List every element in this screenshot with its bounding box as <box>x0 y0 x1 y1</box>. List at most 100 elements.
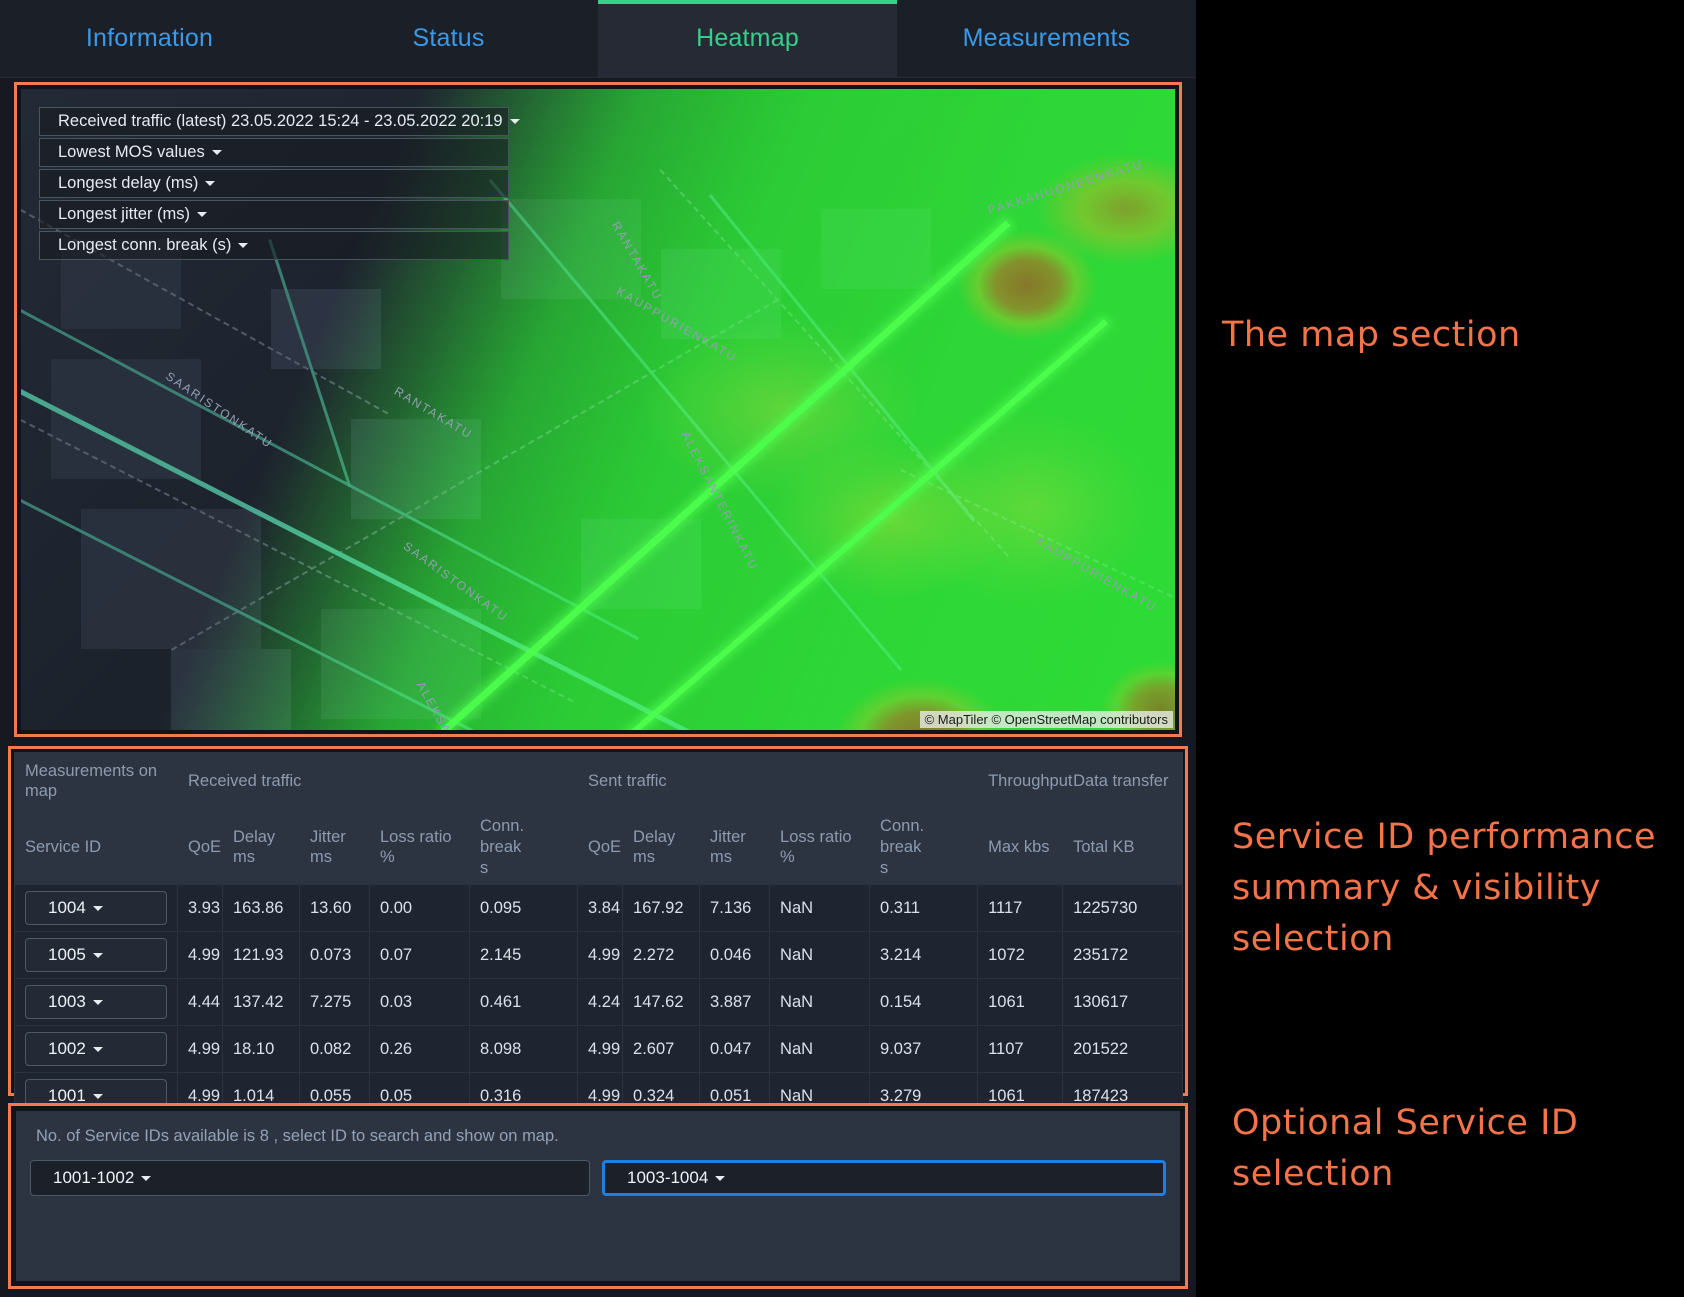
chevron-down-icon <box>93 1000 103 1005</box>
cell-rx-delay: 121.93 <box>223 932 300 979</box>
group-header-data-transfer: Data transfer <box>1063 753 1183 810</box>
cell-tx-loss: NaN <box>770 885 870 932</box>
cell-rx-loss: 0.00 <box>370 885 470 932</box>
cell-tx-break: 3.214 <box>870 932 978 979</box>
cell-tx-loss: NaN <box>770 1026 870 1073</box>
map-dropdown-longest-conn-break[interactable]: Longest conn. break (s) <box>39 231 509 260</box>
column-header-rx-jitter: Jitter ms <box>300 810 370 885</box>
tab-measurements[interactable]: Measurements <box>897 0 1196 77</box>
column-name: QoE <box>188 838 221 856</box>
map-dropdown-longest-delay[interactable]: Longest delay (ms) <box>39 169 509 198</box>
cell-rx-jitter: 0.082 <box>300 1026 370 1073</box>
chevron-down-icon <box>93 1094 103 1099</box>
service-id-dropdown[interactable]: 1005 <box>25 938 167 972</box>
tab-heatmap[interactable]: Heatmap <box>598 0 897 77</box>
service-id-range-dropdown-left[interactable]: 1001-1002 <box>30 1160 590 1196</box>
cell-tx-qoe: 4.99 <box>578 1026 623 1073</box>
column-unit: s <box>880 858 967 879</box>
tab-status[interactable]: Status <box>299 0 598 77</box>
column-header-tx-jitter: Jitter ms <box>700 810 770 885</box>
heatmap-map[interactable]: RANTAKATU KAUPPURIENKATU SAARISTONKATU R… <box>21 89 1175 730</box>
column-header-max-kbs: Max kbs <box>978 810 1063 885</box>
table-row: 1004 3.93 163.86 13.60 0.00 0.095 3.84 1… <box>15 885 1183 932</box>
cell-total-kb: 201522 <box>1063 1026 1183 1073</box>
cell-tx-jitter: 0.047 <box>700 1026 770 1073</box>
chevron-down-icon <box>510 119 520 124</box>
cell-rx-jitter: 13.60 <box>300 885 370 932</box>
column-unit: ms <box>310 847 359 868</box>
table-column-header-row: Service ID QoE Delay ms Jitter ms <box>15 810 1183 885</box>
column-header-rx-delay: Delay ms <box>223 810 300 885</box>
column-name: Loss ratio <box>780 828 852 846</box>
tab-label: Heatmap <box>696 24 799 53</box>
cell-tx-jitter: 7.136 <box>700 885 770 932</box>
service-id-dropdown[interactable]: 1002 <box>25 1032 167 1066</box>
annotation-selection-section: Optional Service ID selection <box>1232 1098 1662 1200</box>
tab-bar: Information Status Heatmap Measurements <box>0 0 1196 78</box>
chevron-down-icon <box>93 953 103 958</box>
map-attribution[interactable]: © MapTiler © OpenStreetMap contributors <box>920 711 1173 728</box>
cell-rx-loss: 0.03 <box>370 979 470 1026</box>
service-id-cell: 1004 <box>15 885 178 932</box>
map-dropdown-label: Received traffic (latest) 23.05.2022 15:… <box>58 112 503 131</box>
tab-label: Measurements <box>963 24 1131 53</box>
column-name: Service ID <box>25 838 101 856</box>
cell-rx-loss: 0.26 <box>370 1026 470 1073</box>
column-header-tx-qoe: QoE <box>578 810 623 885</box>
service-id-selection-inner: No. of Service IDs available is 8 , sele… <box>16 1111 1180 1281</box>
column-name: Conn. break <box>880 817 924 856</box>
column-header-service-id: Service ID <box>15 810 178 885</box>
chevron-down-icon <box>93 1047 103 1052</box>
chevron-down-icon <box>715 1176 725 1181</box>
column-name: Total KB <box>1073 838 1134 856</box>
service-id-dropdown[interactable]: 1004 <box>25 891 167 925</box>
service-id-range-dropdown-right[interactable]: 1003-1004 <box>602 1160 1166 1196</box>
map-dropdown-lowest-mos[interactable]: Lowest MOS values <box>39 138 509 167</box>
service-id-label: 1004 <box>48 898 86 918</box>
service-id-range-label: 1003-1004 <box>627 1168 708 1188</box>
chevron-down-icon <box>238 243 248 248</box>
service-id-cell: 1005 <box>15 932 178 979</box>
column-name: Loss ratio <box>380 828 452 846</box>
cell-tx-delay: 147.62 <box>623 979 700 1026</box>
group-header-measurements-on-map: Measurements on map <box>15 753 178 810</box>
cell-tx-loss: NaN <box>770 979 870 1026</box>
map-dropdown-longest-jitter[interactable]: Longest jitter (ms) <box>39 200 509 229</box>
cell-tx-delay: 2.607 <box>623 1026 700 1073</box>
cell-rx-qoe: 4.99 <box>178 932 223 979</box>
service-id-dropdown[interactable]: 1003 <box>25 985 167 1019</box>
table-group-header-row: Measurements on map Received traffic Sen… <box>15 753 1183 810</box>
column-name: Jitter <box>310 828 346 846</box>
column-header-tx-conn-break: Conn. break s <box>870 810 978 885</box>
cell-rx-break: 8.098 <box>470 1026 578 1073</box>
column-header-rx-conn-break: Conn. break s <box>470 810 578 885</box>
annotation-map-section: The map section <box>1222 310 1652 361</box>
cell-tx-break: 0.311 <box>870 885 978 932</box>
column-header-rx-qoe: QoE <box>178 810 223 885</box>
group-header-received-traffic: Received traffic <box>178 753 578 810</box>
service-id-label: 1002 <box>48 1039 86 1059</box>
column-header-tx-delay: Delay ms <box>623 810 700 885</box>
map-section: RANTAKATU KAUPPURIENKATU SAARISTONKATU R… <box>14 82 1182 737</box>
cell-tx-jitter: 3.887 <box>700 979 770 1026</box>
column-header-rx-loss-ratio: Loss ratio % <box>370 810 470 885</box>
column-name: Jitter <box>710 828 746 846</box>
chevron-down-icon <box>141 1176 151 1181</box>
column-unit: ms <box>710 847 759 868</box>
table-body: 1004 3.93 163.86 13.60 0.00 0.095 3.84 1… <box>15 885 1183 1120</box>
map-dropdown-received-traffic[interactable]: Received traffic (latest) 23.05.2022 15:… <box>39 107 509 136</box>
column-unit: ms <box>233 847 289 868</box>
cell-rx-delay: 18.10 <box>223 1026 300 1073</box>
tab-information[interactable]: Information <box>0 0 299 77</box>
cell-tx-delay: 167.92 <box>623 885 700 932</box>
column-name: Delay <box>633 828 675 846</box>
chevron-down-icon <box>212 150 222 155</box>
tab-label: Status <box>412 24 484 53</box>
cell-rx-loss: 0.07 <box>370 932 470 979</box>
annotation-table-section: Service ID performance summary & visibil… <box>1232 812 1662 964</box>
service-id-range-label: 1001-1002 <box>53 1168 134 1188</box>
measurements-table: Measurements on map Received traffic Sen… <box>14 752 1183 1120</box>
tab-label: Information <box>86 24 213 53</box>
cell-total-kb: 130617 <box>1063 979 1183 1026</box>
cell-rx-qoe: 4.99 <box>178 1026 223 1073</box>
